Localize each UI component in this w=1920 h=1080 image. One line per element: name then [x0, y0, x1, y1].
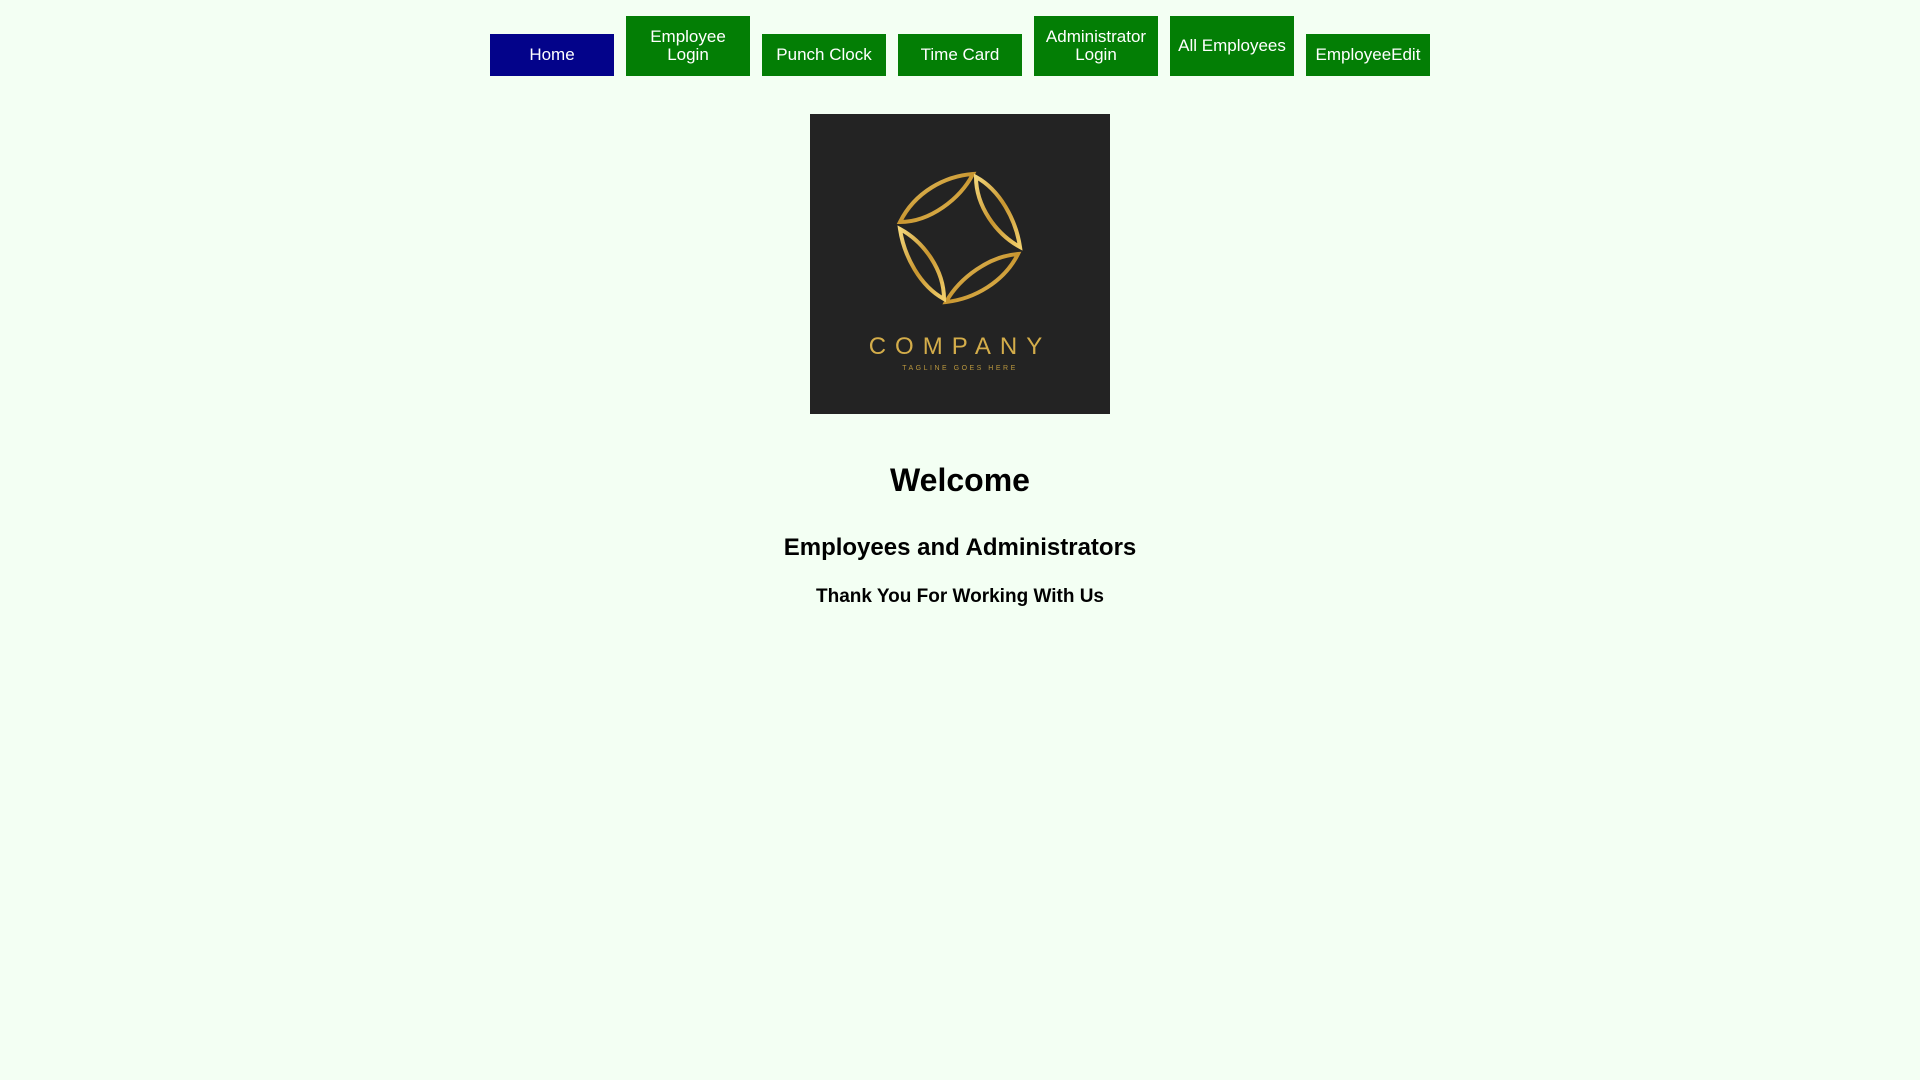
nav-administrator-login-button[interactable]: Administrator Login — [1034, 16, 1158, 76]
top-nav: Home Employee Login Punch Clock Time Car… — [490, 16, 1430, 76]
page-title: Welcome — [890, 462, 1030, 498]
nav-home-button[interactable]: Home — [490, 34, 614, 76]
company-logo-graphic: COMPANY TAGLINE GOES HERE — [869, 171, 1052, 372]
nav-employee-login-button[interactable]: Employee Login — [626, 16, 750, 76]
nav-employee-edit-button[interactable]: EmployeeEdit — [1306, 34, 1430, 76]
page: Home Employee Login Punch Clock Time Car… — [0, 0, 1920, 1080]
diamond-leaf-icon — [896, 171, 1023, 305]
thanks-message: Thank You For Working With Us — [816, 586, 1104, 607]
logo-tagline-text: TAGLINE GOES HERE — [902, 365, 1018, 372]
nav-time-card-button[interactable]: Time Card — [898, 34, 1022, 76]
nav-all-employees-button[interactable]: All Employees — [1170, 16, 1294, 76]
page-subtitle: Employees and Administrators — [783, 534, 1137, 561]
logo-company-text: COMPANY — [869, 333, 1052, 360]
company-logo: COMPANY TAGLINE GOES HERE — [810, 114, 1110, 414]
nav-punch-clock-button[interactable]: Punch Clock — [762, 34, 886, 76]
